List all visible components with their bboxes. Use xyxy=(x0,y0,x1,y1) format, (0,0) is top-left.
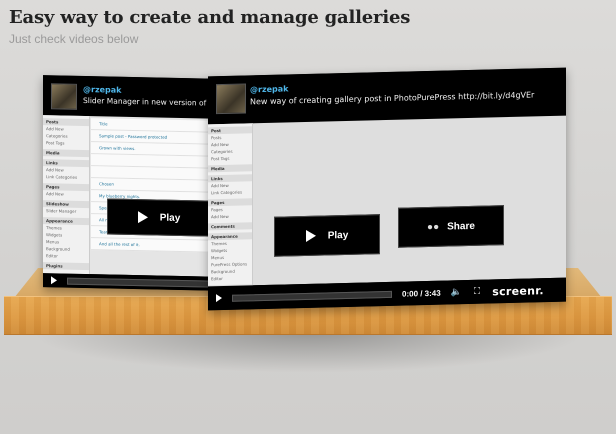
play-icon[interactable] xyxy=(216,294,222,303)
volume-icon[interactable]: 🔈 xyxy=(451,287,462,297)
play-button[interactable]: Play xyxy=(107,198,211,237)
sidebar-item: Comments xyxy=(208,222,252,231)
sidebar-item: Post Tags xyxy=(211,155,230,162)
time-display: 0:00 / 3:43 xyxy=(402,288,441,299)
play-label: Play xyxy=(159,212,181,224)
sidebar-item: Post Tags xyxy=(46,140,65,146)
tweet-text: Slider Manager in new version of Photo..… xyxy=(83,95,223,109)
screenr-logo[interactable]: screenr. xyxy=(492,284,544,298)
sidebar-item: Slider Manager xyxy=(46,208,77,214)
video-player-slider-manager[interactable]: @rzepak Slider Manager in new version of… xyxy=(43,75,223,291)
page-title: Easy way to create and manage galleries xyxy=(9,7,411,28)
sidebar-item: Editor xyxy=(211,276,223,282)
play-icon[interactable] xyxy=(51,276,57,285)
share-label: Share xyxy=(447,220,475,233)
sidebar-item: Media xyxy=(208,164,252,173)
play-button[interactable]: Play xyxy=(274,214,380,257)
shelf-shadow xyxy=(30,333,586,373)
tweet-text: New way of creating gallery post in Phot… xyxy=(250,90,535,107)
play-label: Play xyxy=(327,229,349,241)
wp-sidebar: Posts Add New Categories Post Tags Media… xyxy=(43,115,90,275)
page-subtitle: Just check videos below xyxy=(9,32,139,46)
play-icon xyxy=(305,229,316,242)
tweet-header: @rzepak Slider Manager in new version of… xyxy=(43,75,223,117)
video-player-gallery-post[interactable]: @rzepak New way of creating gallery post… xyxy=(208,67,566,311)
avatar xyxy=(216,83,246,115)
wp-sidebar: Post Posts Add New Categories Post Tags … xyxy=(208,123,253,293)
sidebar-item: Add New xyxy=(46,191,64,197)
seek-bar[interactable] xyxy=(67,277,219,288)
seek-bar[interactable] xyxy=(232,290,392,302)
sidebar-item: Add New xyxy=(211,213,229,220)
play-icon xyxy=(137,211,148,224)
users-icon: ●● xyxy=(427,221,440,233)
avatar xyxy=(51,83,77,110)
sidebar-item: Link Categories xyxy=(46,174,78,180)
video-screen[interactable]: Post Posts Add New Categories Post Tags … xyxy=(208,115,566,293)
twitter-handle[interactable]: @rzepak xyxy=(250,84,288,94)
sidebar-item: Media xyxy=(43,149,89,158)
twitter-handle[interactable]: @rzepak xyxy=(83,85,121,95)
fullscreen-icon[interactable]: ⛶ xyxy=(474,287,480,297)
video-screen[interactable]: Posts Add New Categories Post Tags Media… xyxy=(43,115,223,277)
sidebar-item: Plugins xyxy=(43,262,89,271)
sidebar-item: Editor xyxy=(46,253,58,259)
share-button[interactable]: ●● Share xyxy=(398,205,504,248)
table-row: And all the rest of it. xyxy=(91,238,221,253)
sidebar-item: Link Categories xyxy=(211,189,243,196)
tweet-header: @rzepak New way of creating gallery post… xyxy=(208,67,566,117)
